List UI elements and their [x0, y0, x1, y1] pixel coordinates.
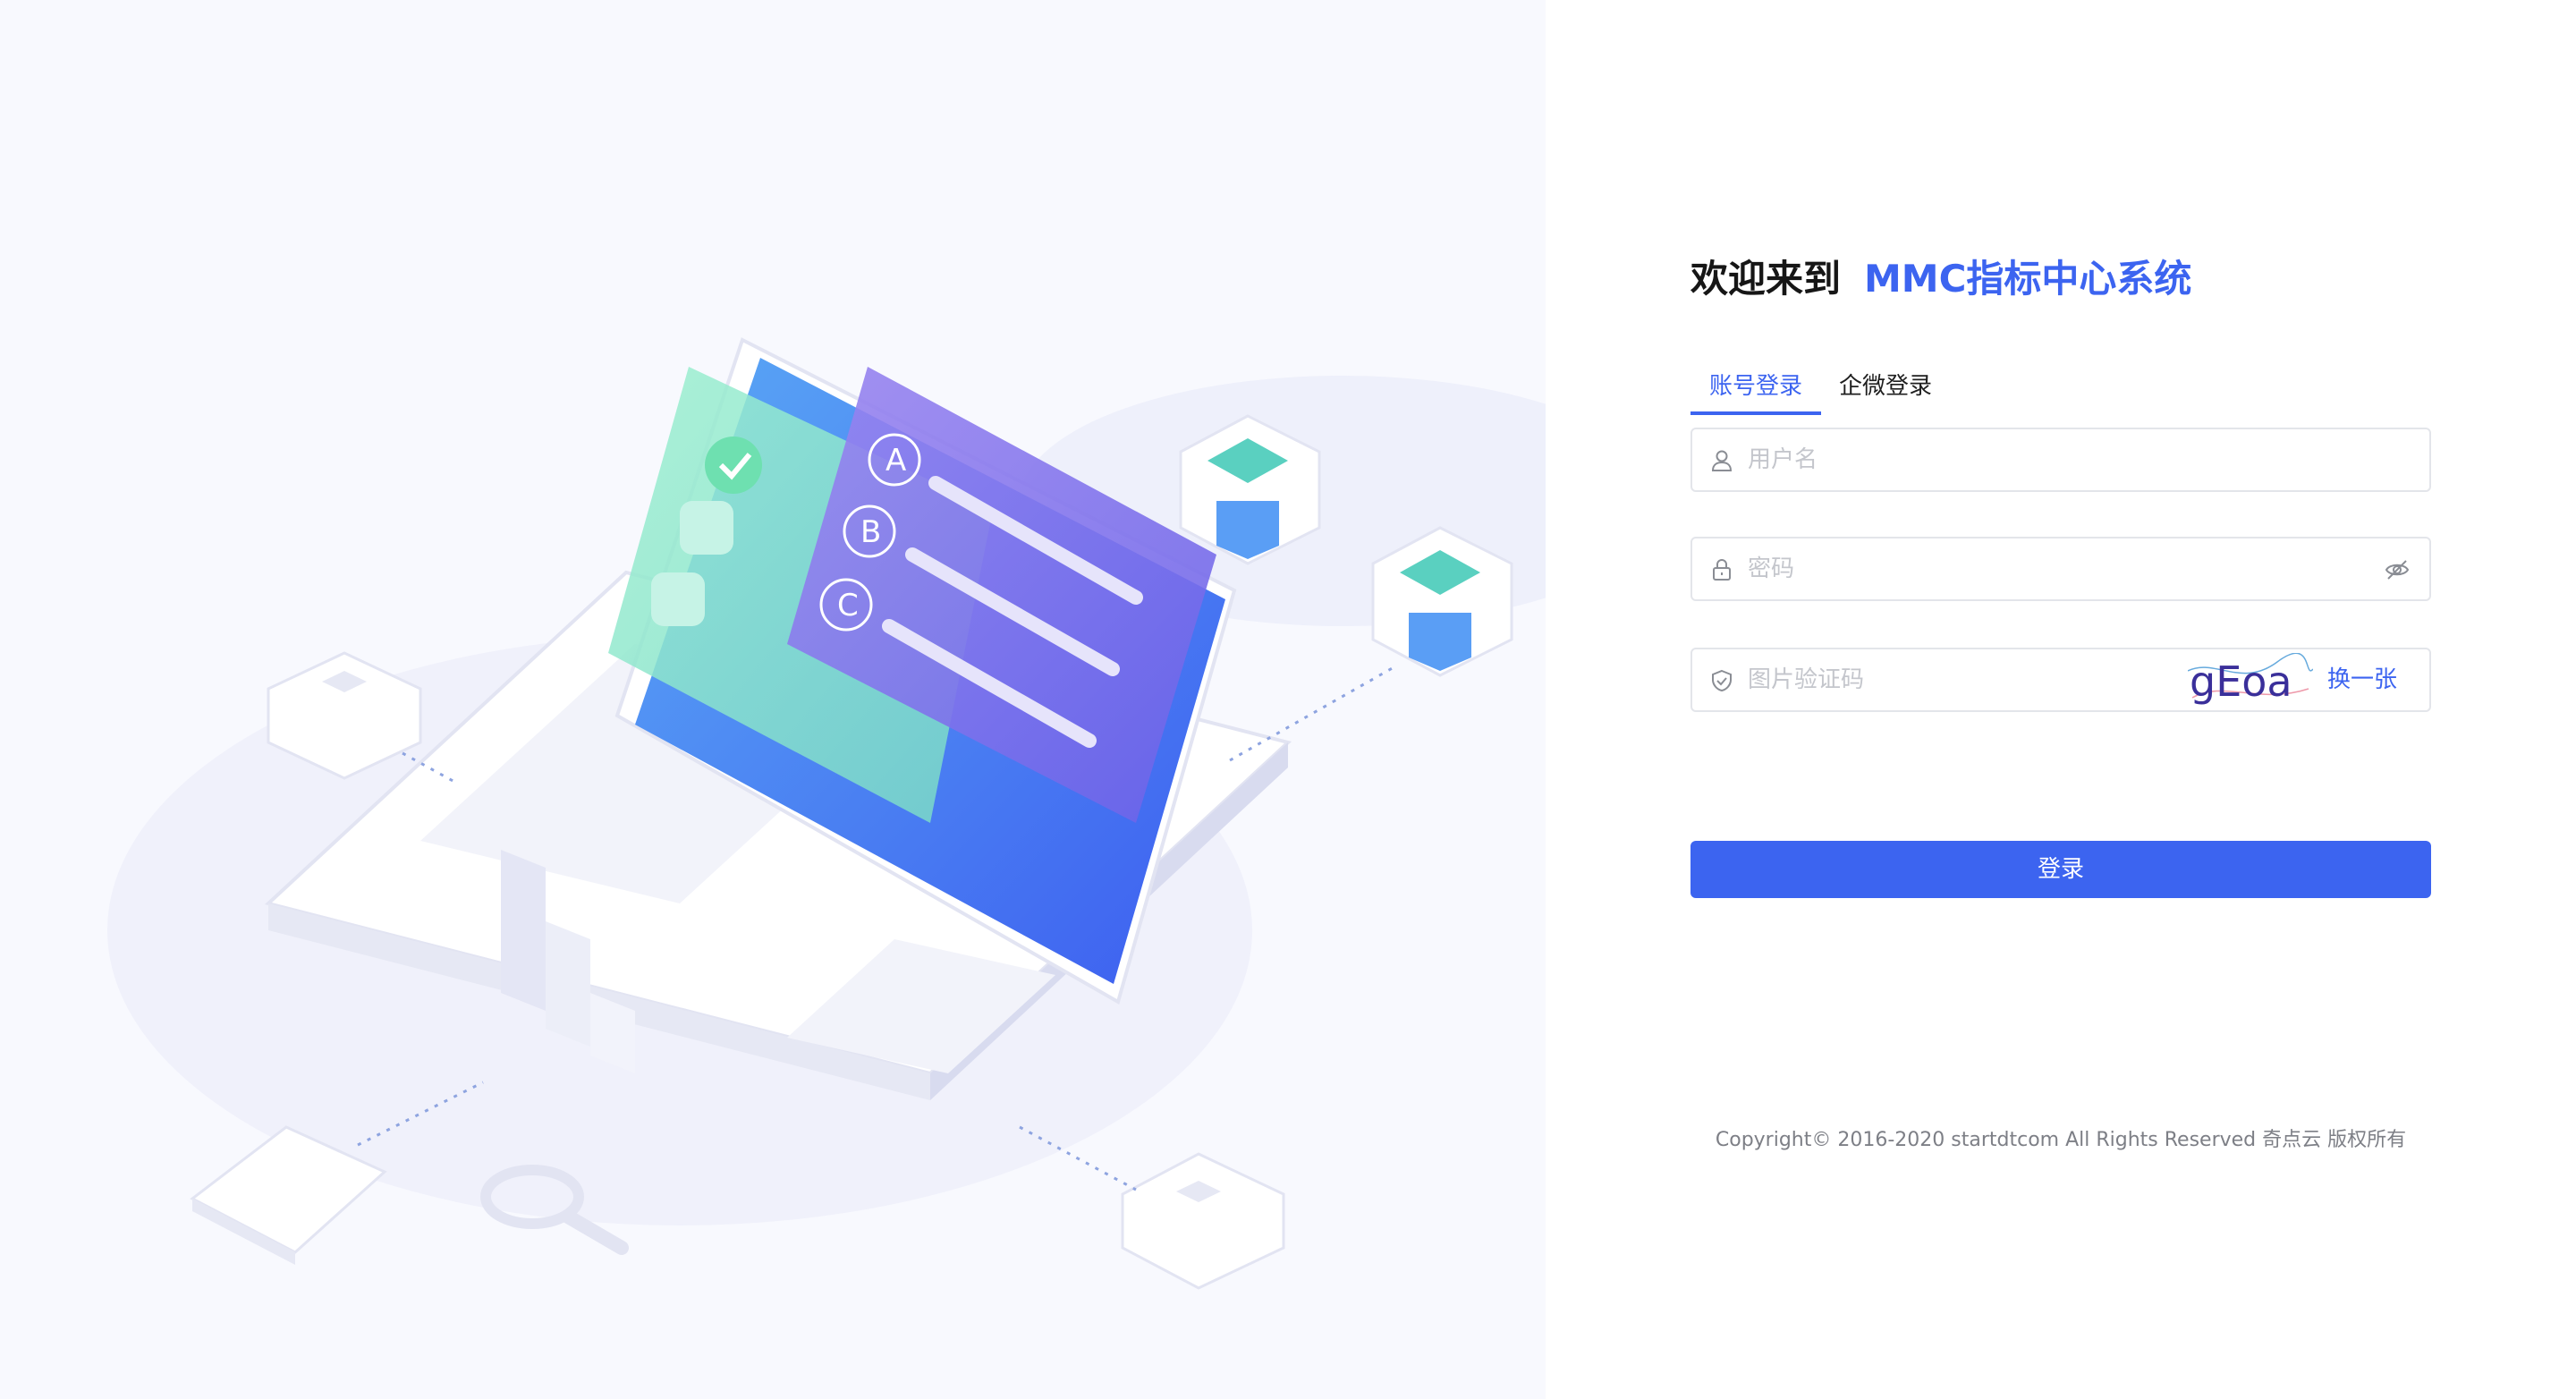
- svg-text:C: C: [837, 588, 859, 623]
- copyright-text: Copyright© 2016-2020 startdtcom All Righ…: [1715, 1129, 2407, 1151]
- username-placeholder: 用户名: [1748, 446, 1818, 473]
- system-name: MMC指标中心系统: [1864, 257, 2192, 301]
- login-tabs: 账号登录 企微登录: [1690, 365, 2431, 415]
- svg-text:A: A: [886, 443, 906, 479]
- laptop-illustration: A B C: [107, 337, 1546, 1290]
- login-button[interactable]: 登录: [1690, 841, 2431, 898]
- user-icon: [1711, 450, 1733, 471]
- eye-off-icon[interactable]: [2385, 558, 2410, 581]
- captcha-image[interactable]: gEoa: [2188, 653, 2313, 708]
- captcha-placeholder: 图片验证码: [1748, 666, 1865, 693]
- refresh-captcha-link[interactable]: 换一张: [2327, 649, 2397, 710]
- password-field[interactable]: 密码: [1690, 537, 2431, 601]
- tab-wecom-login[interactable]: 企微登录: [1839, 365, 1932, 415]
- welcome-text: 欢迎来到: [1690, 257, 1842, 301]
- password-placeholder: 密码: [1748, 555, 1795, 582]
- tab-account-login[interactable]: 账号登录: [1690, 365, 1821, 415]
- captcha-field[interactable]: 图片验证码 gEoa 换一张: [1690, 648, 2431, 712]
- login-panel: 欢迎来到 MMC指标中心系统 账号登录 企微登录 用户名 密码 图片验证码 gE…: [1546, 0, 2576, 1399]
- svg-text:B: B: [860, 514, 881, 550]
- username-field[interactable]: 用户名: [1690, 428, 2431, 492]
- lock-icon: [1713, 559, 1731, 581]
- login-page: A B C 欢迎来到 MMC指标中心系统 账号登录 企微登录 用户名 密码 图片…: [0, 0, 2576, 1399]
- shield-icon: [1712, 669, 1732, 692]
- page-title: 欢迎来到 MMC指标中心系统: [1690, 249, 2191, 303]
- captcha-text: gEoa: [2190, 657, 2292, 706]
- illustration-panel: A B C: [0, 0, 1546, 1399]
